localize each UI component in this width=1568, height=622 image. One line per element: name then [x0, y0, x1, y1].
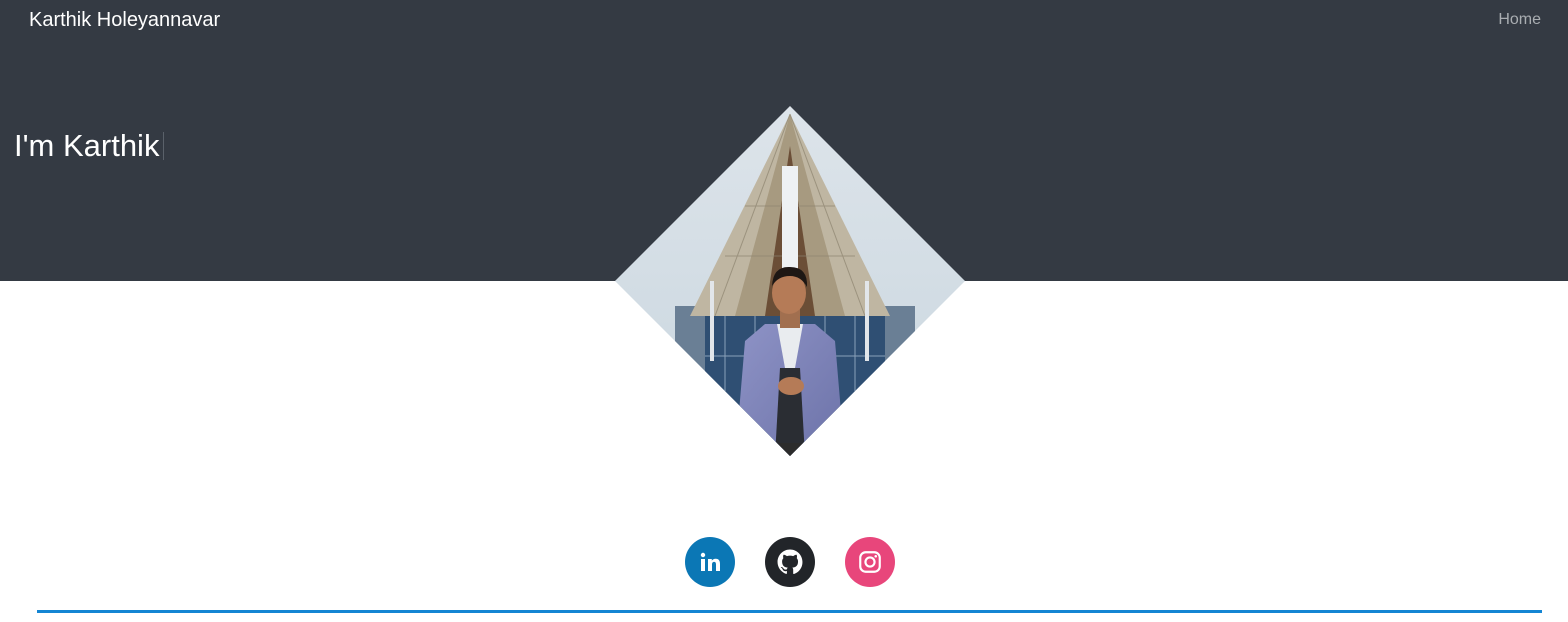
- nav-home-link[interactable]: Home: [1498, 11, 1541, 29]
- linkedin-button[interactable]: [685, 537, 735, 587]
- linkedin-icon: [700, 552, 720, 571]
- github-button[interactable]: [765, 537, 815, 587]
- typing-cursor: [163, 132, 165, 160]
- hero-headline: I'm Karthik: [14, 128, 165, 164]
- instagram-button[interactable]: [845, 537, 895, 587]
- hero-headline-text: I'm Karthik: [14, 128, 160, 163]
- accent-divider: [37, 610, 1542, 613]
- github-icon: [777, 549, 803, 574]
- profile-photo: [615, 106, 965, 456]
- brand-link[interactable]: Karthik Holeyannavar: [29, 9, 220, 32]
- instagram-icon: [859, 551, 881, 573]
